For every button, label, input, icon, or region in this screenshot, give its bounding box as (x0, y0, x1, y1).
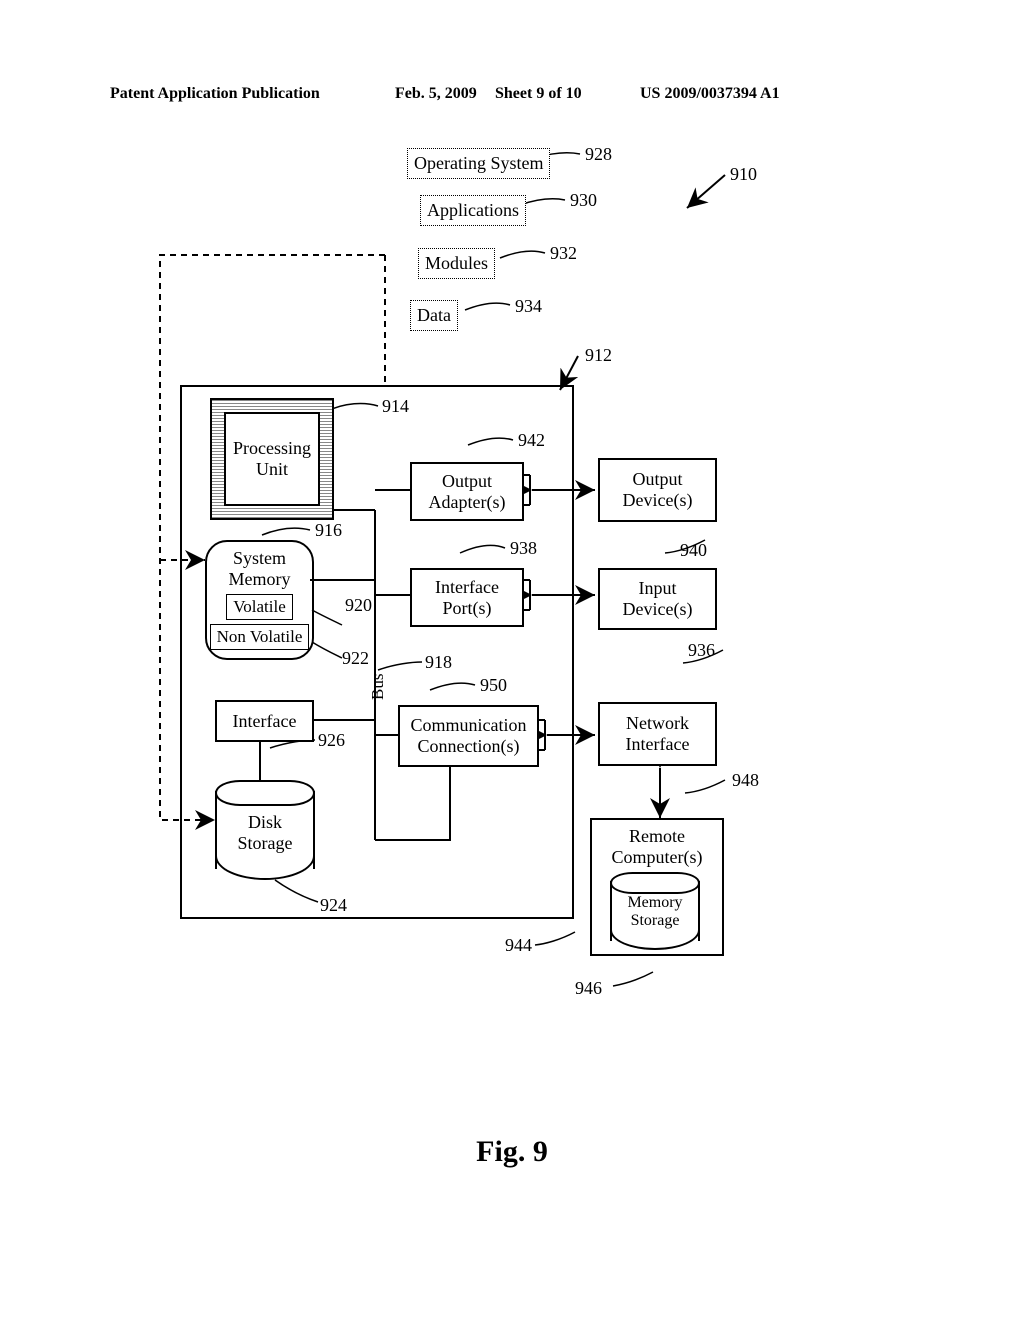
ref-934: 934 (515, 296, 542, 317)
interface-ports-box: Interface Port(s) (410, 568, 524, 627)
ref-912: 912 (585, 345, 612, 366)
applications-label: Applications (427, 200, 519, 221)
memory-storage-label: Memory Storage (610, 894, 700, 930)
output-adapters-label: Output Adapter(s) (429, 471, 506, 512)
network-interface-box: Network Interface (598, 702, 717, 766)
data-box: Data (410, 300, 458, 331)
nonvolatile-label: Non Volatile (217, 627, 303, 646)
ref-910: 910 (730, 164, 757, 185)
ref-946: 946 (575, 978, 602, 999)
modules-box: Modules (418, 248, 495, 279)
network-interface-label: Network Interface (626, 713, 690, 754)
sheet-number: Sheet 9 of 10 (495, 85, 582, 103)
os-label: Operating System (414, 153, 543, 174)
ref-928: 928 (585, 144, 612, 165)
ref-938: 938 (510, 538, 537, 559)
interface-box: Interface (215, 700, 314, 742)
processing-unit-box: Processing Unit (210, 398, 334, 520)
publication-label: Patent Application Publication (110, 85, 320, 103)
output-adapters-box: Output Adapter(s) (410, 462, 524, 521)
ref-920: 920 (345, 595, 372, 616)
ref-932: 932 (550, 243, 577, 264)
volatile-label: Volatile (233, 597, 286, 616)
ref-926: 926 (318, 730, 345, 751)
interface-ports-label: Interface Port(s) (435, 577, 499, 618)
figure-caption: Fig. 9 (0, 1135, 1024, 1169)
input-devices-box: Input Device(s) (598, 568, 717, 630)
comm-conn-label: Communication Connection(s) (411, 715, 527, 756)
ref-916: 916 (315, 520, 342, 541)
disk-storage-label: Disk Storage (215, 812, 315, 854)
data-label: Data (417, 305, 451, 326)
ref-918: 918 (425, 652, 452, 673)
figure-diagram: Operating System Applications Modules Da… (120, 140, 880, 1040)
nonvolatile-box: Non Volatile (210, 624, 310, 650)
ref-942: 942 (518, 430, 545, 451)
volatile-box: Volatile (226, 594, 293, 620)
input-devices-label: Input Device(s) (623, 578, 693, 619)
modules-label: Modules (425, 253, 488, 274)
ref-940: 940 (680, 540, 707, 561)
output-devices-box: Output Device(s) (598, 458, 717, 522)
disk-storage-cylinder: Disk Storage (215, 780, 315, 880)
comm-conn-box: Communication Connection(s) (398, 705, 539, 767)
bus-label: Bus (368, 674, 388, 700)
output-devices-label: Output Device(s) (623, 469, 693, 510)
ref-914: 914 (382, 396, 409, 417)
ref-944: 944 (505, 935, 532, 956)
interface-label: Interface (233, 711, 297, 732)
publication-date: Feb. 5, 2009 (395, 85, 477, 103)
ref-950: 950 (480, 675, 507, 696)
applications-box: Applications (420, 195, 526, 226)
system-memory-label: System Memory (229, 548, 291, 590)
processing-unit-label: Processing Unit (233, 438, 311, 480)
system-memory-box: System Memory Volatile Non Volatile (205, 540, 314, 660)
publication-number: US 2009/0037394 A1 (640, 85, 780, 103)
ref-930: 930 (570, 190, 597, 211)
ref-936: 936 (688, 640, 715, 661)
ref-924: 924 (320, 895, 347, 916)
os-box: Operating System (407, 148, 550, 179)
memory-storage-cylinder: Memory Storage (610, 872, 700, 950)
remote-computers-label: Remote Computer(s) (612, 826, 703, 867)
ref-922: 922 (342, 648, 369, 669)
ref-948: 948 (732, 770, 759, 791)
